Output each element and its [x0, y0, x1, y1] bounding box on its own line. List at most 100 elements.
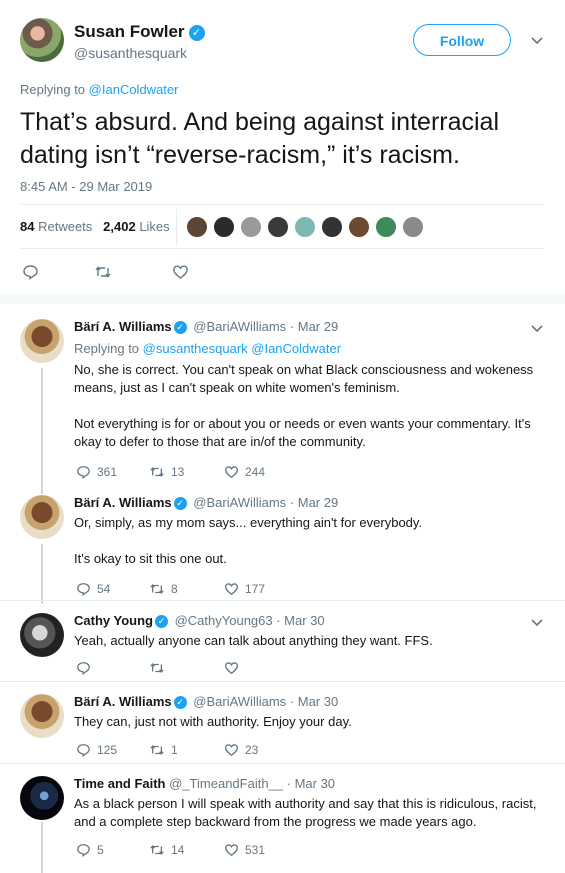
reply-avatar[interactable] [20, 495, 64, 539]
reply-avatar[interactable] [20, 694, 64, 738]
reply-actions: 54 8 177 [76, 579, 376, 597]
more-options-chevron-icon[interactable] [530, 322, 544, 336]
more-options-chevron-icon[interactable] [530, 34, 544, 48]
liker-avatar[interactable] [294, 216, 316, 238]
like-button[interactable]: 531 [224, 840, 265, 859]
reply-button[interactable]: 54 [76, 579, 110, 598]
reply-avatar[interactable] [20, 319, 64, 363]
stats-separator [176, 209, 177, 245]
like-count: 23 [245, 742, 259, 757]
reply-actions: 125 1 23 [76, 740, 376, 758]
like-icon[interactable] [172, 262, 189, 280]
replying-to-prefix: Replying to [74, 341, 140, 356]
tweet-stats: 84 Retweets 2,402 Likes [20, 219, 170, 234]
reply-count: 54 [97, 581, 111, 596]
reply-author-name[interactable]: Time and Faith [74, 776, 166, 791]
retweet-icon[interactable] [94, 262, 112, 280]
reply-date[interactable]: · Mar 29 [290, 495, 338, 510]
reply-header: Bärí A. Williams ✓ @BariAWilliams · Mar 3… [74, 694, 338, 710]
like-button[interactable] [224, 658, 239, 676]
like-count: 244 [245, 464, 266, 479]
reply-date[interactable]: · Mar 29 [290, 319, 338, 334]
reply-text: As a black person I will speak with auth… [74, 796, 537, 829]
liker-avatar[interactable] [402, 216, 424, 238]
retweet-button[interactable]: 8 [149, 579, 178, 598]
more-options-chevron-icon[interactable] [530, 616, 544, 630]
like-button[interactable]: 177 [224, 579, 265, 598]
liker-avatar[interactable] [375, 216, 397, 238]
reply-author-name[interactable]: Bärí A. Williams [74, 319, 172, 334]
section-separator [0, 295, 565, 304]
replying-to-link[interactable]: @susanthesquark @IanColdwater [143, 341, 341, 356]
reply-count: 125 [97, 742, 118, 757]
reply-avatar[interactable] [20, 613, 64, 657]
replying-to-prefix: Replying to [20, 82, 86, 97]
follow-button[interactable]: Follow [413, 24, 511, 56]
author-name-text[interactable]: Susan Fowler [74, 22, 185, 41]
divider [0, 681, 565, 682]
reply-author-handle[interactable]: @BariAWilliams [193, 495, 286, 510]
reply-author-name[interactable]: Bärí A. Williams [74, 495, 172, 510]
retweets-label: Retweets [38, 219, 93, 234]
thread-line [41, 822, 43, 873]
reply-date[interactable]: · Mar 30 [276, 613, 324, 628]
verified-badge-icon: ✓ [173, 696, 187, 710]
reply-text: They can, just not with authority. Enjoy… [74, 714, 352, 729]
reply-date[interactable]: · Mar 30 [290, 694, 338, 709]
like-button[interactable]: 244 [224, 462, 265, 481]
liker-avatar[interactable] [186, 216, 208, 238]
liker-avatar[interactable] [348, 216, 370, 238]
reply-author-handle[interactable]: @CathyYoung63 [175, 613, 273, 628]
author-name[interactable]: Susan Fowler ✓ [74, 22, 205, 42]
reply-button[interactable]: 5 [76, 840, 104, 859]
retweet-count: 14 [171, 842, 185, 857]
reply-actions: 361 13 244 [76, 462, 376, 480]
verified-badge-icon: ✓ [173, 321, 187, 335]
tweet-text: That’s absurd. And being against interra… [20, 108, 500, 169]
retweet-count: 13 [171, 464, 185, 479]
reply-author-name[interactable]: Bärí A. Williams [74, 694, 172, 709]
divider [20, 204, 544, 205]
reply-text: Not everything is for or about you or ne… [74, 416, 531, 449]
likes-count: 2,402 [103, 219, 136, 234]
reply-text: Or, simply, as my mom says... everything… [74, 515, 423, 530]
reply-actions [76, 658, 376, 676]
liker-avatar[interactable] [240, 216, 262, 238]
reply-button[interactable]: 125 [76, 740, 117, 759]
reply-author-handle[interactable]: @_TimeandFaith__ [169, 776, 283, 791]
like-button[interactable]: 23 [224, 740, 258, 759]
reply-date[interactable]: · Mar 30 [287, 776, 335, 791]
author-handle[interactable]: @susanthesquark [74, 45, 187, 61]
reply-button[interactable] [76, 658, 91, 676]
retweet-button[interactable]: 13 [149, 462, 184, 481]
retweet-button[interactable] [149, 658, 165, 676]
reply-avatar[interactable] [20, 776, 64, 820]
like-count: 177 [245, 581, 266, 596]
reply-header: Bärí A. Williams ✓ @BariAWilliams · Mar 2… [74, 319, 338, 335]
reply-button[interactable]: 361 [76, 462, 117, 481]
likes-label: Likes [139, 219, 170, 234]
retweet-button[interactable]: 14 [149, 840, 184, 859]
retweet-count: 1 [171, 742, 178, 757]
retweets-stat[interactable]: 84 Retweets [20, 219, 92, 234]
reply-header: Cathy Young ✓ @CathyYoung63 · Mar 30 [74, 613, 325, 629]
liker-avatar[interactable] [321, 216, 343, 238]
author-avatar[interactable] [20, 18, 64, 62]
reply-text: No, she is correct. You can't speak on w… [74, 362, 534, 395]
reply-icon[interactable] [22, 262, 39, 280]
reply-author-handle[interactable]: @BariAWilliams [193, 694, 286, 709]
retweet-button[interactable]: 1 [149, 740, 178, 759]
reply-author-name[interactable]: Cathy Young [74, 613, 153, 628]
reply-author-handle[interactable]: @BariAWilliams [193, 319, 286, 334]
divider [0, 600, 565, 601]
replying-to-link[interactable]: @IanColdwater [89, 82, 179, 97]
liker-avatar[interactable] [267, 216, 289, 238]
divider [0, 763, 565, 764]
reply-text: It's okay to sit this one out. [74, 551, 227, 566]
reply-count: 361 [97, 464, 118, 479]
liker-avatar[interactable] [213, 216, 235, 238]
tweet-timestamp[interactable]: 8:45 AM - 29 Mar 2019 [20, 179, 152, 194]
likes-stat[interactable]: 2,402 Likes [103, 219, 170, 234]
thread-line [41, 544, 43, 604]
replying-to-line: Replying to @IanColdwater [20, 82, 178, 97]
